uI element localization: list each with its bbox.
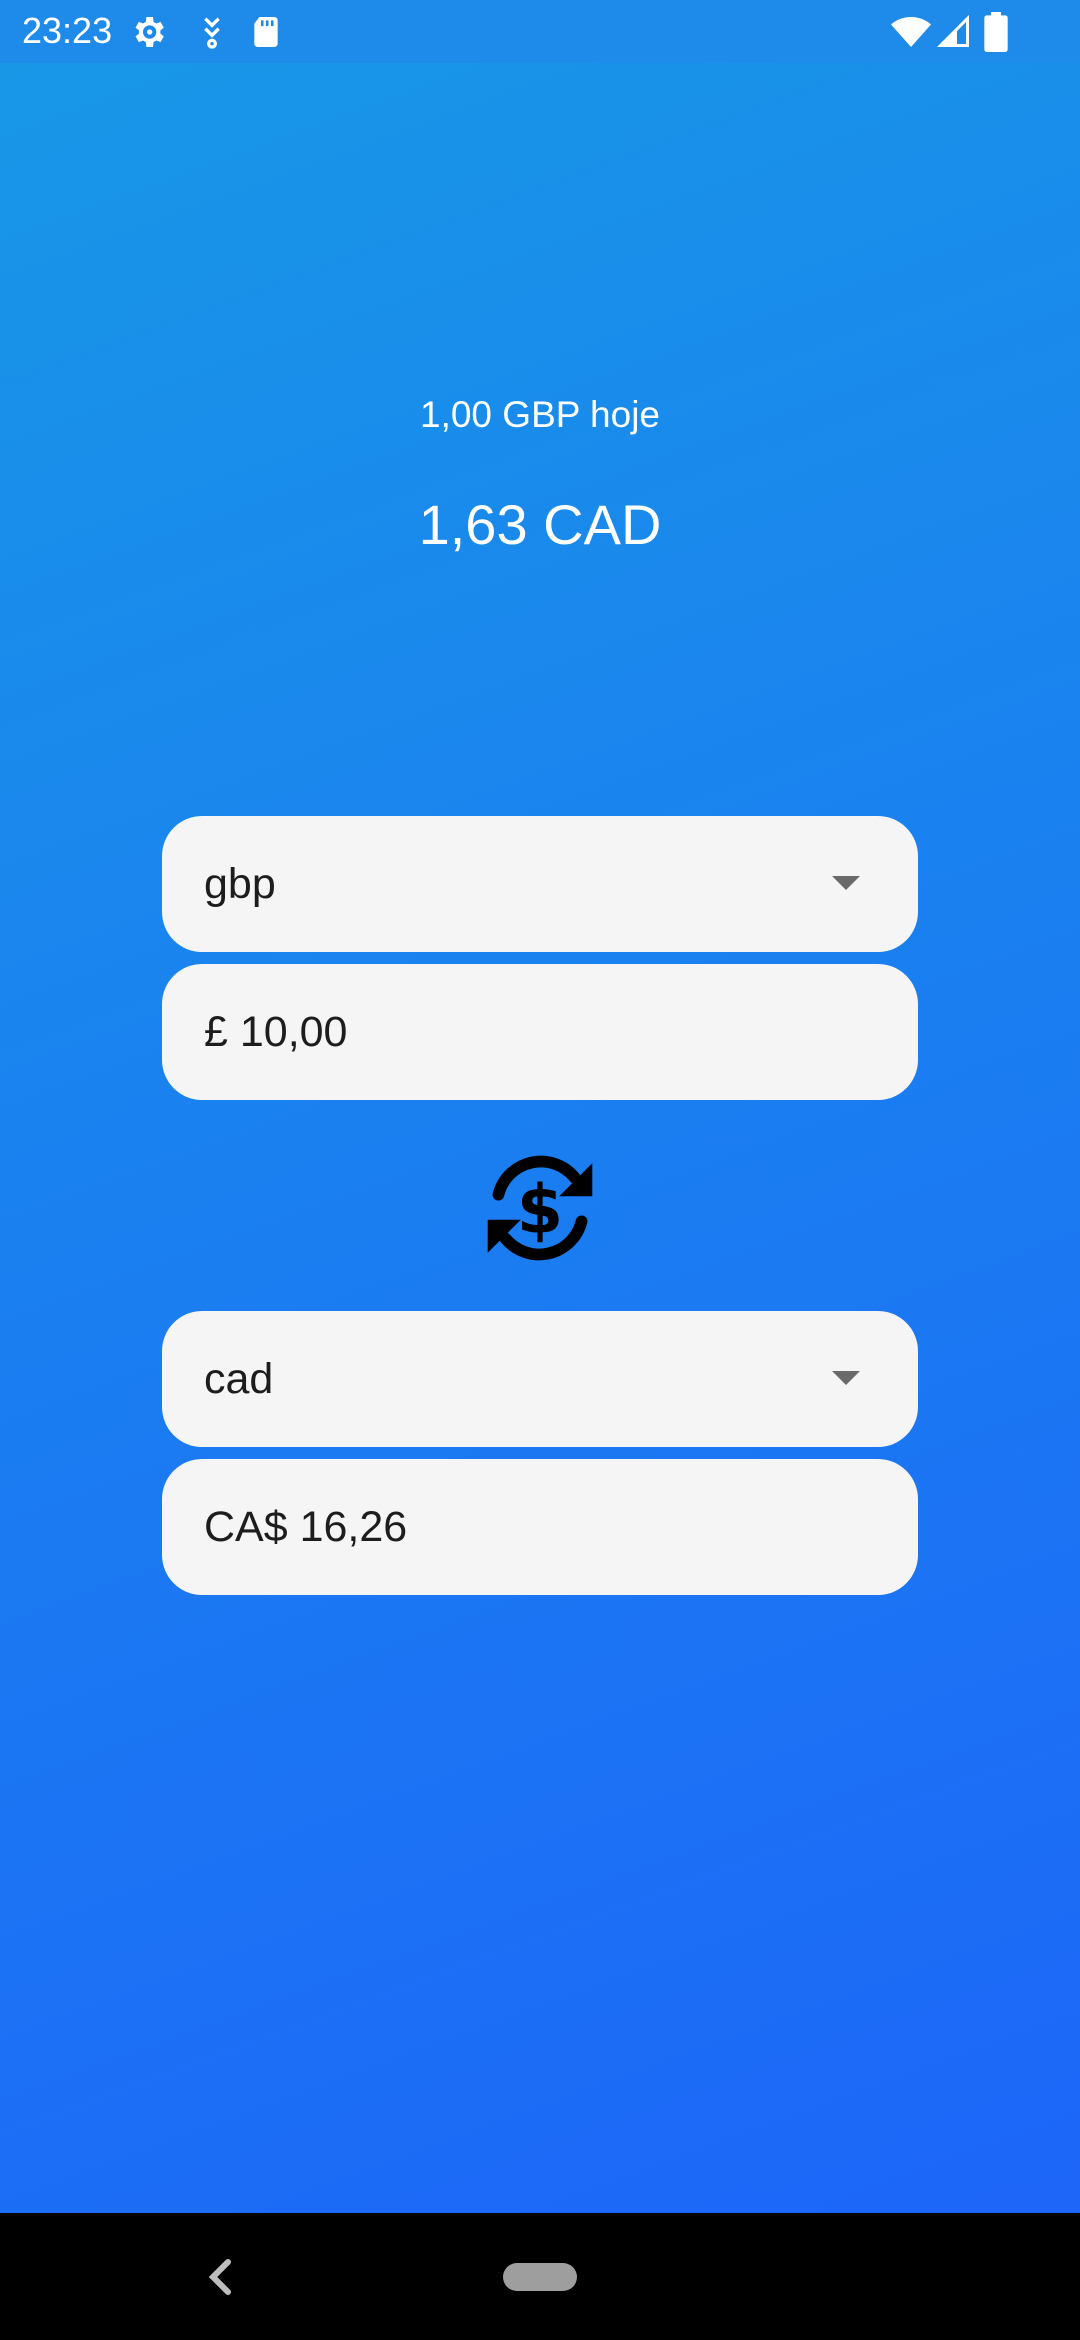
to-currency-label: cad [204, 1355, 274, 1403]
status-time: 23:23 [22, 10, 113, 51]
from-amount-value: £ 10,00 [204, 1008, 348, 1056]
navigation-bar [0, 2213, 1080, 2340]
home-pill-icon[interactable] [503, 2263, 577, 2291]
to-amount-input[interactable]: CA$ 16,26 [162, 1459, 918, 1595]
back-icon[interactable] [204, 2253, 240, 2301]
battery-icon [984, 12, 1008, 52]
to-amount-value: CA$ 16,26 [204, 1503, 408, 1551]
rate-caption: 1,00 GBP hoje [420, 394, 660, 435]
chevron-down-icon [832, 876, 860, 890]
chevron-down-icon [832, 1371, 860, 1385]
from-currency-dropdown[interactable]: gbp [162, 816, 918, 952]
rate-value: 1,63 CAD [418, 493, 662, 556]
from-currency-label: gbp [204, 860, 276, 908]
svg-text:$: $ [517, 1171, 563, 1249]
currency-exchange-icon[interactable]: $ [476, 1144, 604, 1272]
download-icon [204, 17, 220, 49]
sd-card-icon [254, 17, 278, 47]
wifi-icon [891, 17, 931, 47]
status-bar: 23:23 [0, 0, 1080, 63]
gear-icon [135, 17, 164, 47]
signal-icon [936, 14, 969, 47]
from-amount-input[interactable]: £ 10,00 [162, 964, 918, 1100]
to-currency-dropdown[interactable]: cad [162, 1311, 918, 1447]
